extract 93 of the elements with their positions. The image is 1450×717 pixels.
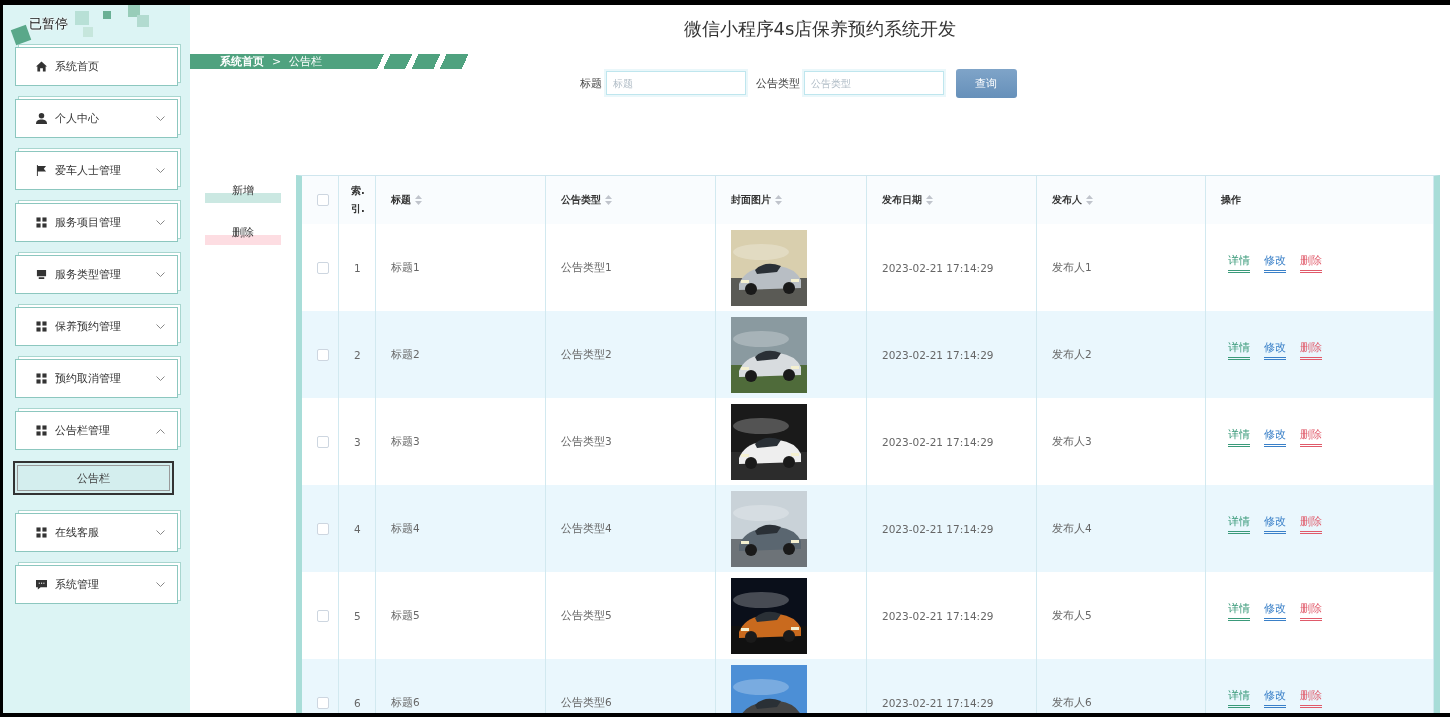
chat-icon — [36, 579, 47, 590]
chevron-down-icon — [156, 529, 165, 536]
menu-item[interactable]: 服务类型管理 — [15, 255, 178, 294]
table-cell: 2023-02-21 17:14:29 — [867, 485, 1037, 572]
sort-icon[interactable] — [775, 195, 782, 205]
grid-icon — [36, 217, 47, 228]
menu-item[interactable]: 保养预约管理 — [15, 307, 178, 346]
grid-icon — [36, 425, 47, 436]
action-link[interactable]: 详情 — [1228, 515, 1250, 534]
menu-item[interactable]: 公告栏管理 — [15, 411, 178, 450]
action-link[interactable]: 删除 — [1300, 428, 1322, 447]
action-link[interactable]: 修改 — [1264, 689, 1286, 708]
table-cell: 公告类型2 — [546, 311, 716, 398]
action-link[interactable]: 详情 — [1228, 689, 1250, 708]
action-link[interactable]: 删除 — [1300, 254, 1322, 273]
action-link[interactable]: 删除 — [1300, 689, 1322, 708]
table-cell: 发布人2 — [1037, 311, 1206, 398]
column-title: 发布人 — [1052, 193, 1082, 207]
pause-status: 已暂停 — [29, 15, 68, 33]
flag-icon — [36, 165, 47, 176]
sort-icon[interactable] — [415, 195, 422, 205]
action-link[interactable]: 修改 — [1264, 254, 1286, 273]
checkbox[interactable] — [317, 194, 329, 206]
action-link[interactable]: 删除 — [1300, 515, 1322, 534]
action-link[interactable]: 修改 — [1264, 428, 1286, 447]
table-cell: 4 — [339, 485, 376, 572]
chevron-down-icon — [156, 271, 165, 278]
checkbox[interactable] — [317, 261, 329, 274]
search-field[interactable]: 标题 — [605, 71, 746, 95]
chevron-down-icon — [156, 115, 165, 122]
search-button[interactable]: 查询 — [955, 68, 1017, 98]
action-link[interactable]: 修改 — [1264, 602, 1286, 621]
column-title: 标题 — [391, 193, 411, 207]
checkbox[interactable] — [317, 435, 329, 448]
submenu-item[interactable]: 公告栏 — [13, 461, 174, 495]
delete-button[interactable]: 删除 — [205, 225, 281, 245]
home-icon — [36, 61, 47, 72]
table-cell: 标题4 — [376, 485, 546, 572]
menu-item[interactable]: 个人中心 — [15, 99, 178, 138]
sort-icon[interactable] — [1086, 195, 1093, 205]
page-title: 微信小程序4s店保养预约系统开发 — [682, 17, 958, 39]
chevron-up-icon — [156, 427, 165, 434]
table-cell: 6 — [339, 659, 376, 713]
table-cell: 标题6 — [376, 659, 546, 713]
action-link[interactable]: 删除 — [1300, 602, 1322, 621]
sort-icon[interactable] — [926, 195, 933, 205]
checkbox[interactable] — [317, 522, 329, 535]
action-link[interactable]: 修改 — [1264, 341, 1286, 360]
field-label: 标题 — [579, 75, 602, 91]
chevron-down-icon — [156, 323, 165, 330]
field-label: 公告类型 — [755, 75, 800, 91]
checkbox[interactable] — [317, 348, 329, 361]
search-field[interactable]: 公告类型 — [803, 71, 944, 95]
user-icon — [36, 113, 47, 124]
table-cell: 2023-02-21 17:14:29 — [867, 311, 1037, 398]
monitor-icon — [36, 269, 47, 280]
grid-icon — [36, 373, 47, 384]
table-cell: 2023-02-21 17:14:29 — [867, 659, 1037, 713]
table-cell: 2 — [339, 311, 376, 398]
chevron-down-icon — [156, 375, 165, 382]
checkbox[interactable] — [317, 696, 329, 709]
column-title: 公告类型 — [561, 193, 601, 207]
grid-icon — [36, 527, 47, 538]
table-cell: 标题2 — [376, 311, 546, 398]
table-cell: 发布人4 — [1037, 485, 1206, 572]
column-title: 发布日期 — [882, 193, 922, 207]
action-link[interactable]: 删除 — [1300, 341, 1322, 360]
menu-item[interactable]: 服务项目管理 — [15, 203, 178, 242]
chevron-down-icon — [156, 219, 165, 226]
menu-item[interactable]: 系统管理 — [15, 565, 178, 604]
action-link[interactable]: 详情 — [1228, 428, 1250, 447]
action-link[interactable]: 详情 — [1228, 602, 1250, 621]
menu-item[interactable]: 爱车人士管理 — [15, 151, 178, 190]
menu-item[interactable]: 在线客服 — [15, 513, 178, 552]
menu-item[interactable]: 预约取消管理 — [15, 359, 178, 398]
breadcrumb-separator: > — [272, 55, 282, 68]
column-title: 索.引. — [351, 184, 364, 216]
menu-item[interactable]: 系统首页 — [15, 47, 178, 86]
action-link[interactable]: 详情 — [1228, 341, 1250, 360]
chevron-down-icon — [156, 167, 165, 174]
breadcrumb-link[interactable]: 系统首页 — [220, 54, 264, 69]
action-link[interactable]: 详情 — [1228, 254, 1250, 273]
sort-icon[interactable] — [605, 195, 612, 205]
table-cell: 发布人6 — [1037, 659, 1206, 713]
checkbox[interactable] — [317, 609, 329, 622]
grid-icon — [36, 321, 47, 332]
column-title: 封面图片 — [731, 193, 771, 207]
column-title: 操作 — [1221, 193, 1241, 207]
table-cell: 公告类型6 — [546, 659, 716, 713]
add-button[interactable]: 新增 — [205, 183, 281, 203]
table-cell: 公告类型4 — [546, 485, 716, 572]
chevron-down-icon — [156, 581, 165, 588]
action-link[interactable]: 修改 — [1264, 515, 1286, 534]
